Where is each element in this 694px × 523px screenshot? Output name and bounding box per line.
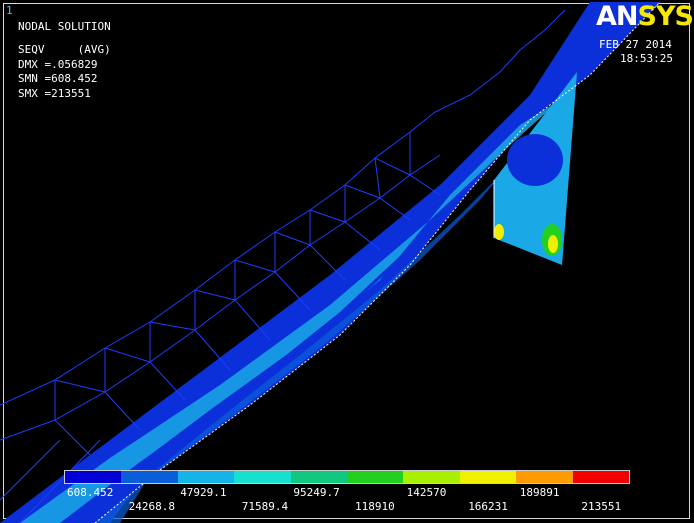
legend-segment: [177, 471, 235, 483]
legend-label-bottom: 213551: [581, 500, 622, 513]
legend-segment: [516, 471, 573, 483]
plot-date: FEB 27 2014: [599, 38, 672, 51]
plot-title: NODAL SOLUTION: [18, 20, 111, 33]
legend-segment: [121, 471, 178, 483]
legend-segment: [459, 471, 517, 483]
legend-segment: [572, 471, 630, 483]
legend-label-bottom: 118910: [355, 500, 395, 513]
result-type: SEQV (AVG): [18, 43, 111, 56]
ansys-logo: ANSYS: [596, 1, 694, 32]
legend-label-top: 95249.7: [293, 486, 340, 499]
legend-segment: [65, 471, 122, 483]
legend-label-top: 189891: [519, 486, 560, 499]
legend-label-top: 47929.1: [180, 486, 227, 499]
legend-segment: [234, 471, 291, 483]
contour-legend-bar: [64, 470, 630, 484]
dmx-value: DMX =.056829: [18, 58, 98, 71]
legend-segment: [347, 471, 404, 483]
model-plot: [0, 1, 661, 523]
legend-label-top: 142570: [406, 486, 447, 499]
legend-segment: [403, 471, 460, 483]
graphics-viewport[interactable]: 1 NODAL SOLUTION SEQV (AVG) DMX =.056829…: [0, 0, 694, 523]
legend-segment: [290, 471, 348, 483]
smx-value: SMX =213551: [18, 87, 91, 100]
smn-value: SMN =608.452: [18, 72, 98, 85]
plot-time: 18:53:25: [620, 52, 673, 65]
legend-label-bottom: 166231: [468, 500, 508, 513]
legend-label-bottom: 71589.4: [241, 500, 289, 513]
legend-label-bottom: 24268.8: [128, 500, 175, 513]
window-number: 1: [6, 4, 13, 17]
legend-label-top: 608.452: [67, 486, 114, 499]
